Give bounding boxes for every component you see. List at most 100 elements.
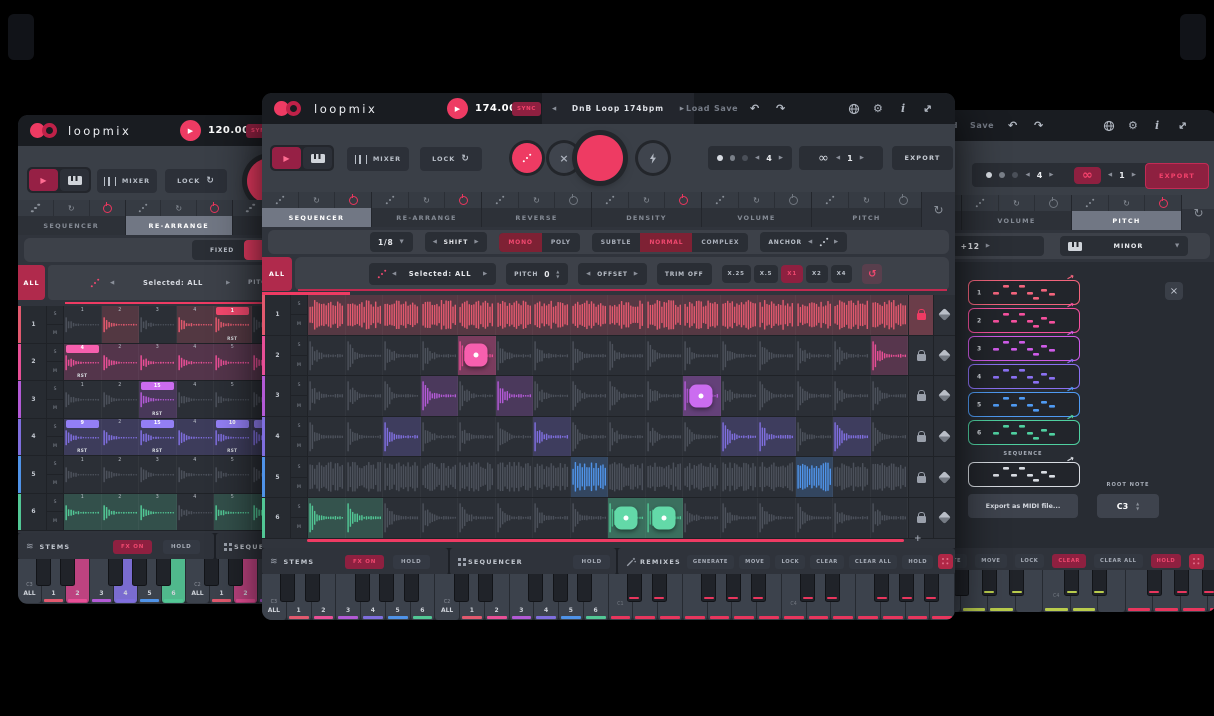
decrement-button[interactable]: ◀ — [808, 239, 813, 245]
offset-right-button[interactable]: ▶ — [634, 271, 639, 277]
shift-right-button[interactable]: ▶ — [474, 239, 479, 245]
export-button[interactable]: EXPORT — [892, 146, 953, 170]
gear-icon[interactable]: ⚙ — [873, 93, 883, 124]
midi-lane-6[interactable]: 6→ — [968, 420, 1080, 445]
info-icon[interactable]: i — [901, 93, 905, 124]
black-key[interactable] — [954, 570, 969, 596]
step-knob[interactable] — [465, 344, 488, 367]
hold-button[interactable]: HOLD — [902, 555, 933, 569]
step-cell[interactable]: 1 — [64, 306, 102, 343]
step-cell[interactable]: 10RST — [214, 419, 252, 456]
step-cell[interactable]: 2 — [102, 381, 140, 418]
step-knob[interactable] — [690, 384, 713, 407]
decrement-button[interactable]: ◀ — [1025, 172, 1029, 178]
tab-refresh-icon[interactable]: ↻ — [54, 200, 90, 216]
row-erase-button[interactable] — [933, 457, 955, 497]
black-key[interactable] — [726, 574, 741, 602]
keys-toggle-button[interactable] — [60, 169, 89, 191]
step-cell[interactable]: 4 — [177, 456, 215, 493]
gear-icon[interactable]: ⚙ — [1128, 110, 1138, 141]
step-cell[interactable] — [833, 498, 871, 538]
step-cell[interactable] — [796, 295, 834, 335]
black-key[interactable] — [36, 559, 51, 586]
poly-button[interactable]: POLY — [542, 233, 580, 252]
step-cell[interactable] — [833, 376, 871, 416]
mute-button[interactable]: M — [291, 478, 307, 497]
step-cell[interactable] — [646, 376, 684, 416]
resize-icon[interactable]: ↔ — [1178, 110, 1187, 141]
step-cell[interactable] — [383, 336, 421, 376]
step-cell[interactable] — [608, 376, 646, 416]
step-cell[interactable] — [308, 376, 346, 416]
subtle-button[interactable]: SUBTLE — [592, 233, 641, 252]
step-cell[interactable] — [683, 457, 721, 497]
black-key[interactable] — [1009, 570, 1024, 596]
increment-button[interactable]: ▶ — [1132, 172, 1136, 178]
row-lock-button[interactable] — [908, 336, 933, 376]
black-key[interactable] — [156, 559, 171, 586]
row-number[interactable]: 4 — [21, 419, 47, 456]
step-cell[interactable] — [758, 295, 796, 335]
step-cell[interactable] — [421, 376, 459, 416]
resize-icon[interactable]: ↔ — [923, 93, 932, 124]
black-key[interactable] — [1147, 570, 1162, 596]
black-key[interactable] — [280, 574, 295, 602]
tab-reverse[interactable]: ↻REVERSE — [482, 192, 592, 227]
black-key[interactable] — [627, 574, 642, 602]
black-key[interactable] — [132, 559, 147, 586]
select-all-button[interactable]: ALL — [18, 265, 45, 300]
step-cell[interactable] — [496, 498, 534, 538]
row-number[interactable]: 1 — [265, 295, 291, 335]
hold-button[interactable]: HOLD — [1151, 554, 1182, 568]
step-cell[interactable] — [496, 295, 534, 335]
tab-label[interactable]: RE-ARRANGE — [126, 216, 234, 235]
play-toggle-button[interactable]: ▶ — [272, 147, 301, 169]
row-lock-button[interactable] — [908, 417, 933, 457]
export-midi-button[interactable]: Export as MIDI file... — [968, 494, 1078, 518]
step-cell[interactable]: 5 — [214, 456, 252, 493]
black-key[interactable] — [228, 559, 243, 586]
next-preset-button[interactable]: ▶ — [680, 106, 684, 112]
step-cell[interactable] — [646, 295, 684, 335]
black-key[interactable] — [1202, 570, 1214, 596]
midi-lane-1[interactable]: 1→ — [968, 280, 1080, 305]
step-cell[interactable] — [571, 336, 609, 376]
solo-button[interactable]: S — [291, 295, 307, 315]
step-cell[interactable] — [458, 295, 496, 335]
tab-label[interactable]: VOLUME — [962, 211, 1072, 230]
black-key[interactable] — [751, 574, 766, 602]
step-cell[interactable]: 15RST — [139, 419, 177, 456]
step-cell[interactable] — [871, 376, 909, 416]
row-erase-button[interactable] — [933, 417, 955, 457]
row-erase-button[interactable] — [933, 498, 955, 538]
normal-button[interactable]: NORMAL — [640, 233, 692, 252]
tab-dice-icon[interactable] — [262, 192, 299, 208]
step-cell[interactable]: 15RST — [139, 381, 177, 418]
solo-button[interactable]: S — [291, 376, 307, 396]
move-button[interactable]: MOVE — [739, 555, 770, 569]
tab-label[interactable]: RE-ARRANGE — [372, 208, 482, 227]
tab-label[interactable]: PITCH — [1072, 211, 1182, 230]
tab-power-icon[interactable] — [1035, 195, 1071, 211]
row-number[interactable]: 1 — [21, 306, 47, 343]
step-cell[interactable] — [646, 457, 684, 497]
black-key[interactable] — [204, 559, 219, 586]
step-cell[interactable] — [608, 336, 646, 376]
step-knob[interactable] — [652, 506, 675, 529]
step-cell[interactable] — [721, 376, 759, 416]
tab-refresh-icon[interactable]: ↻ — [299, 192, 336, 208]
step-cell[interactable] — [308, 295, 346, 335]
step-cell[interactable] — [608, 295, 646, 335]
mixer-button[interactable]: MIXER — [347, 147, 409, 171]
solo-button[interactable]: S — [47, 456, 63, 475]
tab-refresh-icon[interactable]: ↻ — [849, 192, 886, 208]
step-cell[interactable]: 9RST — [64, 419, 102, 456]
slice-chip[interactable]: 4 — [66, 345, 99, 353]
step-cell[interactable] — [533, 295, 571, 335]
step-cell[interactable] — [646, 336, 684, 376]
step-cell[interactable]: 4RST — [64, 344, 102, 381]
step-cell[interactable] — [871, 336, 909, 376]
clear-all-button[interactable]: CLEAR ALL — [1094, 554, 1143, 568]
export-button[interactable]: EXPORT — [1145, 163, 1209, 189]
step-cell[interactable]: 1 — [64, 456, 102, 493]
